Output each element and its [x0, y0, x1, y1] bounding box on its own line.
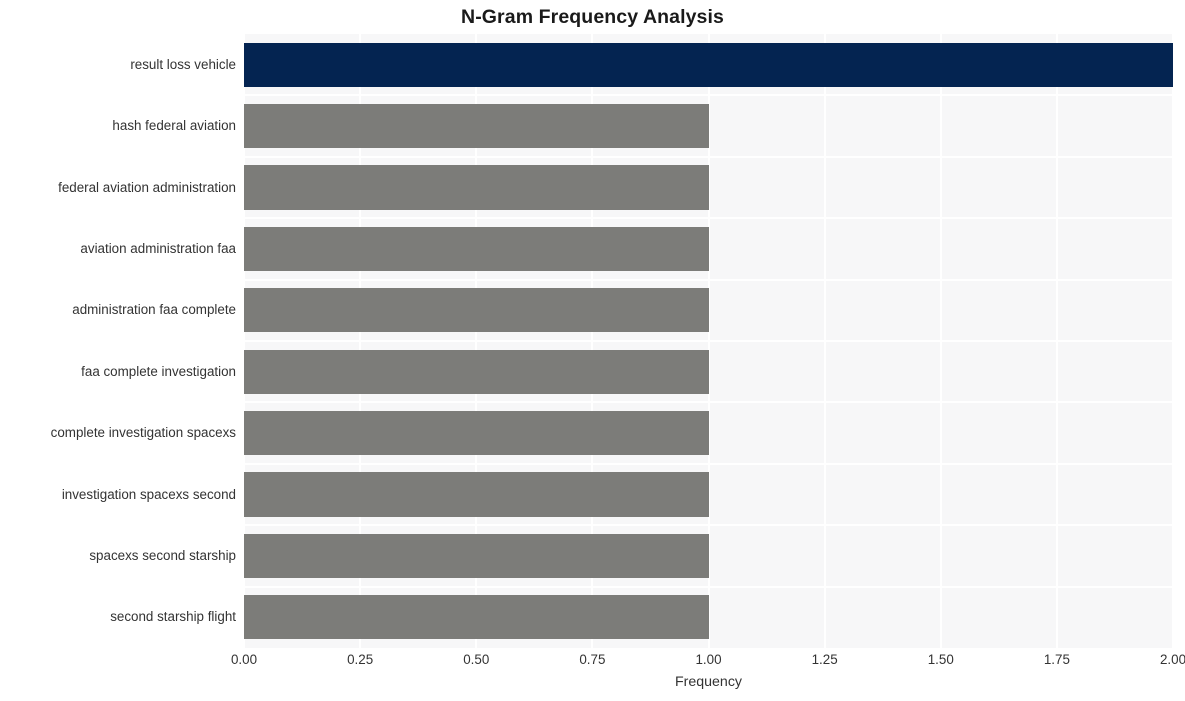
y-tick-label: federal aviation administration: [58, 179, 236, 195]
y-tick-label: second starship flight: [110, 609, 236, 625]
x-tick-label: 0.25: [347, 652, 374, 667]
bar[interactable]: [244, 410, 709, 456]
chart-figure: N-Gram Frequency Analysis result loss ve…: [0, 0, 1185, 701]
bar[interactable]: [244, 103, 709, 149]
bar[interactable]: [244, 226, 709, 271]
x-tick-label: 1.25: [811, 652, 838, 667]
y-tick-label: investigation spacexs second: [61, 486, 236, 502]
plot-area: [243, 34, 1174, 648]
bar[interactable]: [244, 42, 1173, 87]
y-tick-label: administration faa complete: [72, 302, 236, 318]
x-tick-label: 1.00: [695, 652, 722, 667]
y-tick-label: hash federal aviation: [112, 118, 236, 134]
y-tick-label: aviation administration faa: [80, 240, 236, 256]
x-axis-tick-labels: 0.00 0.25 0.50 0.75 1.00 1.25 1.50 1.75 2.00: [0, 652, 1185, 674]
y-axis-tick-labels: result loss vehicle hash federal aviation…: [0, 34, 240, 648]
bar[interactable]: [244, 288, 709, 333]
x-tick-label: 2.00: [1159, 652, 1185, 667]
x-axis-title: Frequency: [674, 674, 743, 690]
y-tick-label: faa complete investigation: [81, 363, 236, 379]
y-tick-label: complete investigation spacexs: [50, 425, 236, 441]
bar[interactable]: [244, 349, 709, 394]
x-tick-label: 0.75: [579, 652, 606, 667]
bar[interactable]: [244, 533, 709, 578]
x-tick-label: 1.50: [927, 652, 954, 667]
x-tick-label: 0.50: [463, 652, 490, 667]
y-tick-label: result loss vehicle: [130, 56, 236, 72]
chart-title: N-Gram Frequency Analysis: [461, 6, 724, 28]
bar[interactable]: [244, 595, 709, 640]
x-tick-label: 0.00: [230, 652, 258, 667]
y-tick-label: spacexs second starship: [89, 547, 236, 563]
bar[interactable]: [244, 472, 709, 517]
bar[interactable]: [244, 165, 709, 210]
x-tick-label: 1.75: [1043, 652, 1070, 667]
bars-layer: [244, 34, 1173, 648]
